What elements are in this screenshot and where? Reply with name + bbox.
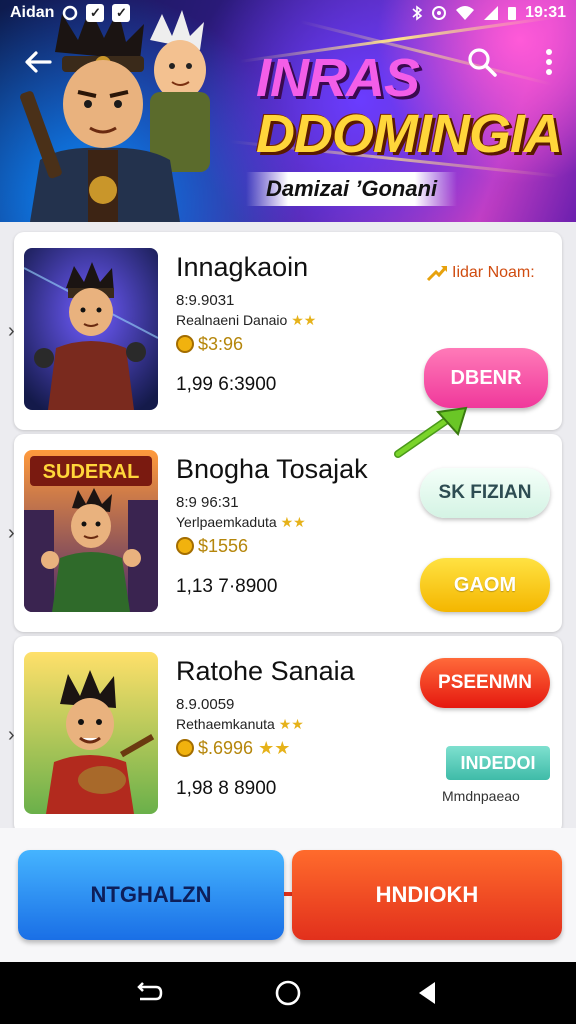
- star-icon: ★★: [280, 514, 306, 530]
- trend-arrow-icon: [426, 266, 448, 282]
- game-price: $.6996 ★★: [176, 738, 290, 759]
- wifi-icon: [456, 6, 475, 20]
- game-price: $1556: [176, 536, 248, 557]
- right-bottom-button[interactable]: HNDIOKH: [292, 850, 562, 940]
- check-icon: ✓: [112, 4, 131, 22]
- battery-icon: [508, 7, 517, 20]
- left-bottom-button[interactable]: NTGHALZN: [18, 850, 284, 940]
- status-bar: Aidan ✓ ✓ 19:31: [0, 0, 576, 26]
- status-time: 19:31: [525, 4, 566, 21]
- game-count: 1,98 8 8900: [176, 778, 277, 799]
- rating-text: Yerlpaemkaduta: [176, 514, 277, 530]
- game-code: 8:9 96:31: [176, 494, 239, 511]
- game-rating: Yerlpaemkaduta ★★: [176, 514, 306, 531]
- status-badge: INDEDOI: [446, 746, 550, 780]
- game-rating: Realnaeni Danaio ★★: [176, 312, 316, 329]
- coin-icon: [176, 335, 194, 353]
- hero-artwork: [20, 8, 210, 222]
- game-count: 1,99 6:3900: [176, 374, 277, 395]
- more-vert-icon[interactable]: [536, 44, 562, 80]
- game-count: 1,13 7·8900: [176, 576, 278, 597]
- status-carrier: Aidan: [10, 4, 55, 21]
- bluetooth-icon: [412, 5, 423, 21]
- rating-text: Realnaeni Danaio: [176, 312, 288, 328]
- tag-link-label: Iidar Noam:: [452, 264, 535, 281]
- price-value: $.6996: [198, 738, 254, 758]
- tag-link[interactable]: Iidar Noam:: [426, 264, 535, 282]
- price-value: $1556: [198, 536, 249, 556]
- signal-icon: [484, 6, 499, 20]
- secondary-action-button[interactable]: SK FIZIAN: [420, 468, 550, 518]
- game-list: › Innagkaoin 8:9.9031 Realnaeni Danaio ★…: [8, 232, 562, 838]
- rating-text: Rethaemkanuta: [176, 716, 275, 732]
- chevron-left-icon: ›: [8, 320, 15, 342]
- pointer-arrow-icon: [394, 406, 468, 458]
- primary-action-button[interactable]: DBENR: [424, 348, 548, 408]
- game-thumbnail: SUDERAL: [24, 450, 158, 612]
- list-item[interactable]: › SUDERAL Bnogha Tosajak 8:9 96:31 Yerlp…: [8, 434, 562, 632]
- recents-icon: [137, 982, 163, 1001]
- primary-action-button[interactable]: PSEENMN: [420, 658, 550, 708]
- game-code: 8:9.9031: [176, 292, 235, 309]
- chevron-left-icon: ›: [8, 724, 15, 746]
- header-banner: INRAS DDOMINGIA Damizai ʼGonani: [0, 0, 576, 222]
- back-triangle-icon: [418, 982, 435, 1004]
- thumbnail-banner-text: SUDERAL: [43, 461, 140, 483]
- app-screen: INRAS DDOMINGIA Damizai ʼGonani Aidan ✓ …: [0, 0, 576, 1024]
- star-icon: ★★: [278, 716, 304, 732]
- recents-nav-button[interactable]: [129, 973, 169, 1013]
- game-title: Bnogha Tosajak: [176, 454, 368, 484]
- game-price: $3:96: [176, 334, 243, 355]
- star-icon: ★★: [291, 312, 317, 328]
- back-nav-button[interactable]: [407, 973, 447, 1013]
- banner-title: INRAS DDOMINGIA: [256, 48, 563, 164]
- game-title: Ratohe Sanaia: [176, 656, 355, 686]
- circle-icon: [63, 5, 78, 21]
- location-icon: [432, 6, 447, 20]
- home-nav-button[interactable]: [268, 973, 308, 1013]
- game-thumbnail: [24, 652, 158, 814]
- check-icon: ✓: [86, 4, 105, 22]
- game-rating: Rethaemkanuta ★★: [176, 716, 304, 733]
- chevron-left-icon: ›: [8, 522, 15, 544]
- game-code: 8.9.0059: [176, 696, 235, 713]
- coin-icon: [176, 537, 194, 555]
- star-icon: ★★: [258, 738, 291, 758]
- banner-subtitle: Damizai ʼGonani: [246, 172, 458, 206]
- badge-caption: Mmdnpaeao: [442, 788, 520, 804]
- back-arrow-icon[interactable]: [20, 44, 56, 80]
- banner-title-line2: DDOMINGIA: [256, 104, 563, 164]
- primary-action-button[interactable]: GAOM: [420, 558, 550, 612]
- coin-icon: [176, 739, 194, 757]
- system-nav-bar: [0, 962, 576, 1024]
- game-thumbnail: [24, 248, 158, 410]
- banner-title-line1: INRAS: [256, 48, 420, 108]
- price-value: $3:96: [198, 334, 244, 354]
- list-item[interactable]: › Ratohe Sanaia 8.9.0059 Rethaemkanuta ★…: [8, 636, 562, 834]
- list-item[interactable]: › Innagkaoin 8:9.9031 Realnaeni Danaio ★…: [8, 232, 562, 430]
- home-circle-icon: [275, 980, 301, 1006]
- search-icon[interactable]: [464, 44, 500, 80]
- game-title: Innagkaoin: [176, 252, 309, 282]
